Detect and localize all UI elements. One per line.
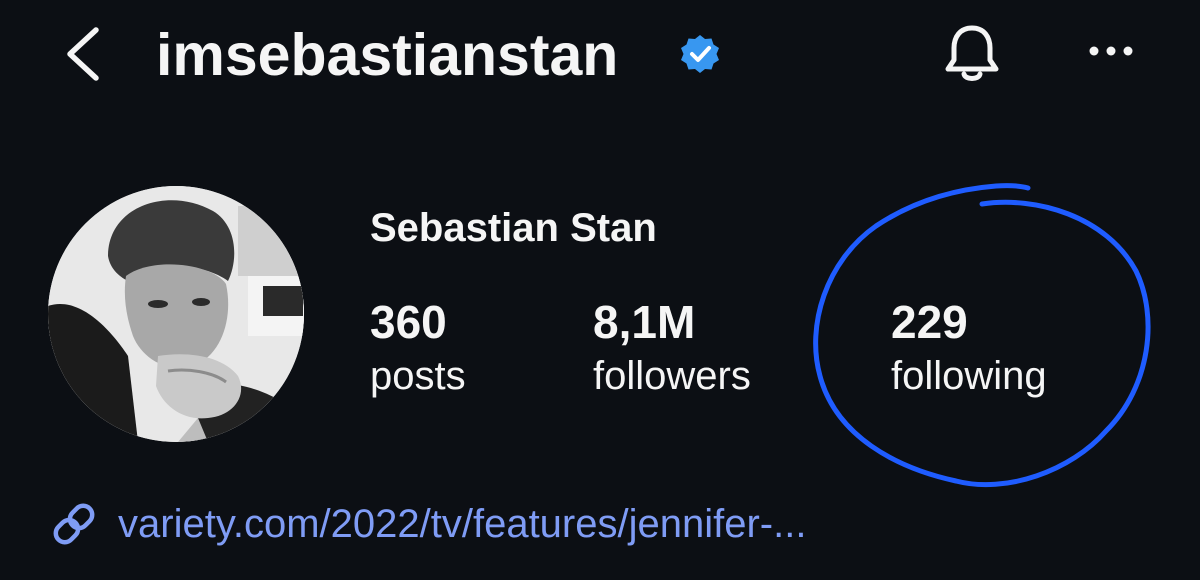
posts-label: posts: [370, 354, 466, 398]
followers-label: followers: [593, 354, 751, 398]
avatar-photo: [48, 186, 304, 442]
posts-stat[interactable]: 360 posts: [370, 294, 466, 402]
more-options-button[interactable]: [1086, 36, 1136, 66]
followers-stat[interactable]: 8,1M followers: [593, 294, 751, 402]
link-icon: [53, 503, 95, 545]
following-stat[interactable]: 229 following: [891, 294, 1047, 402]
profile-link-text: variety.com/2022/tv/features/jennifer-..…: [118, 501, 807, 546]
profile-username: imsebastianstan: [156, 22, 619, 88]
following-label: following: [891, 354, 1047, 398]
following-count: 229: [891, 296, 968, 348]
profile-screen: imsebastianstan Sebastian Stan 360 posts…: [0, 0, 1200, 580]
bell-icon: [945, 25, 999, 81]
back-button[interactable]: [56, 22, 116, 86]
followers-count: 8,1M: [593, 296, 696, 348]
profile-link[interactable]: variety.com/2022/tv/features/jennifer-..…: [48, 498, 806, 550]
posts-count: 360: [370, 296, 447, 348]
profile-avatar[interactable]: [48, 186, 304, 442]
verified-badge-icon: [681, 35, 719, 73]
notifications-button[interactable]: [937, 22, 1007, 86]
profile-display-name: Sebastian Stan: [370, 206, 657, 250]
chevron-left-icon: [67, 27, 99, 81]
more-horizontal-icon: [1089, 46, 1133, 56]
